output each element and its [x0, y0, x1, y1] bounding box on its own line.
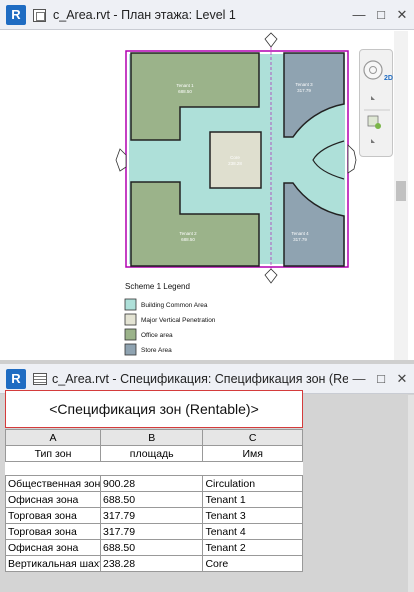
schedule-content: <Спецификация зон (Rentable)> A B C Тип …	[0, 390, 414, 592]
cell-area[interactable]: 688.50	[99, 539, 204, 556]
column-letter-row: A B C	[5, 429, 303, 446]
schedule-window-title: c_Area.rvt - Спецификация: Спецификация …	[52, 372, 348, 386]
tag-core-area: 238.28	[228, 161, 242, 166]
cell-zone-type[interactable]: Офисная зона	[5, 491, 101, 508]
cell-zone-type[interactable]: Вертикальная шахта	[5, 555, 101, 572]
drawing-canvas[interactable]: Tenant 1 688.50 Tenant 3 317.79 Core 238…	[0, 31, 414, 360]
maximize-button[interactable]: □	[372, 370, 390, 388]
legend-swatch	[124, 343, 137, 356]
legend-swatch	[124, 328, 137, 341]
cell-zone-type[interactable]: Торговая зона	[5, 523, 101, 540]
schedule-view-icon	[33, 373, 47, 385]
blank-row	[5, 461, 303, 476]
cell-area[interactable]: 317.79	[99, 507, 204, 524]
cell-zone-type[interactable]: Офисная зона	[5, 539, 101, 556]
tag-tenant-2-name: Tenant 2	[179, 231, 197, 236]
schedule-table: A B C Тип зон площадь Имя Общественная з…	[5, 429, 303, 572]
cell-name[interactable]: Tenant 2	[202, 539, 303, 556]
close-button[interactable]: ✕	[393, 6, 411, 24]
cell-zone-type[interactable]: Общественная зона	[5, 475, 101, 492]
room-core	[209, 131, 262, 189]
cell-name[interactable]: Tenant 4	[202, 523, 303, 540]
cell-name[interactable]: Tenant 3	[202, 507, 303, 524]
revit-logo-icon[interactable]: R	[6, 5, 26, 25]
table-row: Торговая зона 317.79 Tenant 3	[5, 507, 303, 524]
legend-label: Store Area	[141, 347, 172, 354]
cell-name[interactable]: Tenant 1	[202, 491, 303, 508]
revit-logo-icon[interactable]: R	[6, 369, 26, 389]
legend-label: Office area	[141, 332, 173, 339]
close-button[interactable]: ✕	[393, 370, 411, 388]
table-row: Общественная зона 900.28 Circulation	[5, 475, 303, 492]
navigation-bar: 2D	[359, 49, 393, 157]
legend: Building Common Area Major Vertical Penet…	[124, 298, 216, 356]
maximize-button[interactable]: □	[372, 6, 390, 24]
header-area[interactable]: площадь	[99, 445, 204, 462]
tag-tenant-4-area: 317.79	[293, 237, 307, 242]
table-row: Торговая зона 317.79 Tenant 4	[5, 523, 303, 540]
tag-tenant-4-name: Tenant 4	[291, 231, 309, 236]
legend-swatch	[124, 298, 137, 311]
column-letter-a[interactable]: A	[5, 429, 101, 446]
legend-label: Building Common Area	[141, 302, 208, 309]
tag-tenant-3-area: 317.79	[297, 88, 311, 93]
minimize-button[interactable]: —	[350, 370, 368, 388]
schedule-title[interactable]: <Спецификация зон (Rentable)>	[5, 390, 303, 428]
cell-area[interactable]: 688.50	[99, 491, 204, 508]
tag-tenant-3-name: Tenant 3	[295, 82, 313, 87]
column-header-row: Тип зон площадь Имя	[5, 445, 303, 462]
header-name[interactable]: Имя	[202, 445, 303, 462]
cell-name[interactable]: Core	[202, 555, 303, 572]
column-letter-c[interactable]: C	[202, 429, 303, 446]
floor-plan-view-icon	[33, 9, 46, 22]
floor-plan-window: R c_Area.rvt - План этажа: Level 1 — □ ✕	[0, 0, 414, 360]
legend-title: Scheme 1 Legend	[125, 282, 190, 291]
svg-text:2D: 2D	[384, 75, 393, 82]
cell-zone-type[interactable]: Торговая зона	[5, 507, 101, 524]
steering-wheel-icon	[363, 60, 383, 80]
cell-area[interactable]: 317.79	[99, 523, 204, 540]
table-row: Вертикальная шахта 238.28 Core	[5, 555, 303, 572]
plan-window-title: c_Area.rvt - План этажа: Level 1	[53, 8, 236, 22]
tag-tenant-2-area: 688.50	[181, 237, 195, 242]
vertical-scrollbar[interactable]	[408, 395, 414, 592]
table-row: Офисная зона 688.50 Tenant 1	[5, 491, 303, 508]
column-letter-b[interactable]: B	[99, 429, 204, 446]
legend-swatch	[124, 313, 137, 326]
header-zone-type[interactable]: Тип зон	[5, 445, 101, 462]
plan-titlebar[interactable]: R c_Area.rvt - План этажа: Level 1 — □ ✕	[0, 0, 414, 30]
vertical-scrollbar[interactable]	[394, 31, 408, 360]
cell-name[interactable]: Circulation	[202, 475, 303, 492]
tag-tenant-1-area: 688.50	[178, 89, 192, 94]
minimize-button[interactable]: —	[350, 6, 368, 24]
legend-label: Major Vertical Penetration	[141, 317, 216, 324]
scrollbar-thumb[interactable]	[396, 181, 406, 201]
cell-area[interactable]: 900.28	[99, 475, 204, 492]
cell-area[interactable]: 238.28	[99, 555, 204, 572]
tag-core-name: Core	[230, 155, 240, 160]
schedule-window: R c_Area.rvt - Спецификация: Спецификаци…	[0, 364, 414, 592]
floor-plan-drawing[interactable]: Tenant 1 688.50 Tenant 3 317.79 Core 238…	[0, 31, 394, 360]
table-row: Офисная зона 688.50 Tenant 2	[5, 539, 303, 556]
tag-tenant-1-name: Tenant 1	[176, 83, 194, 88]
